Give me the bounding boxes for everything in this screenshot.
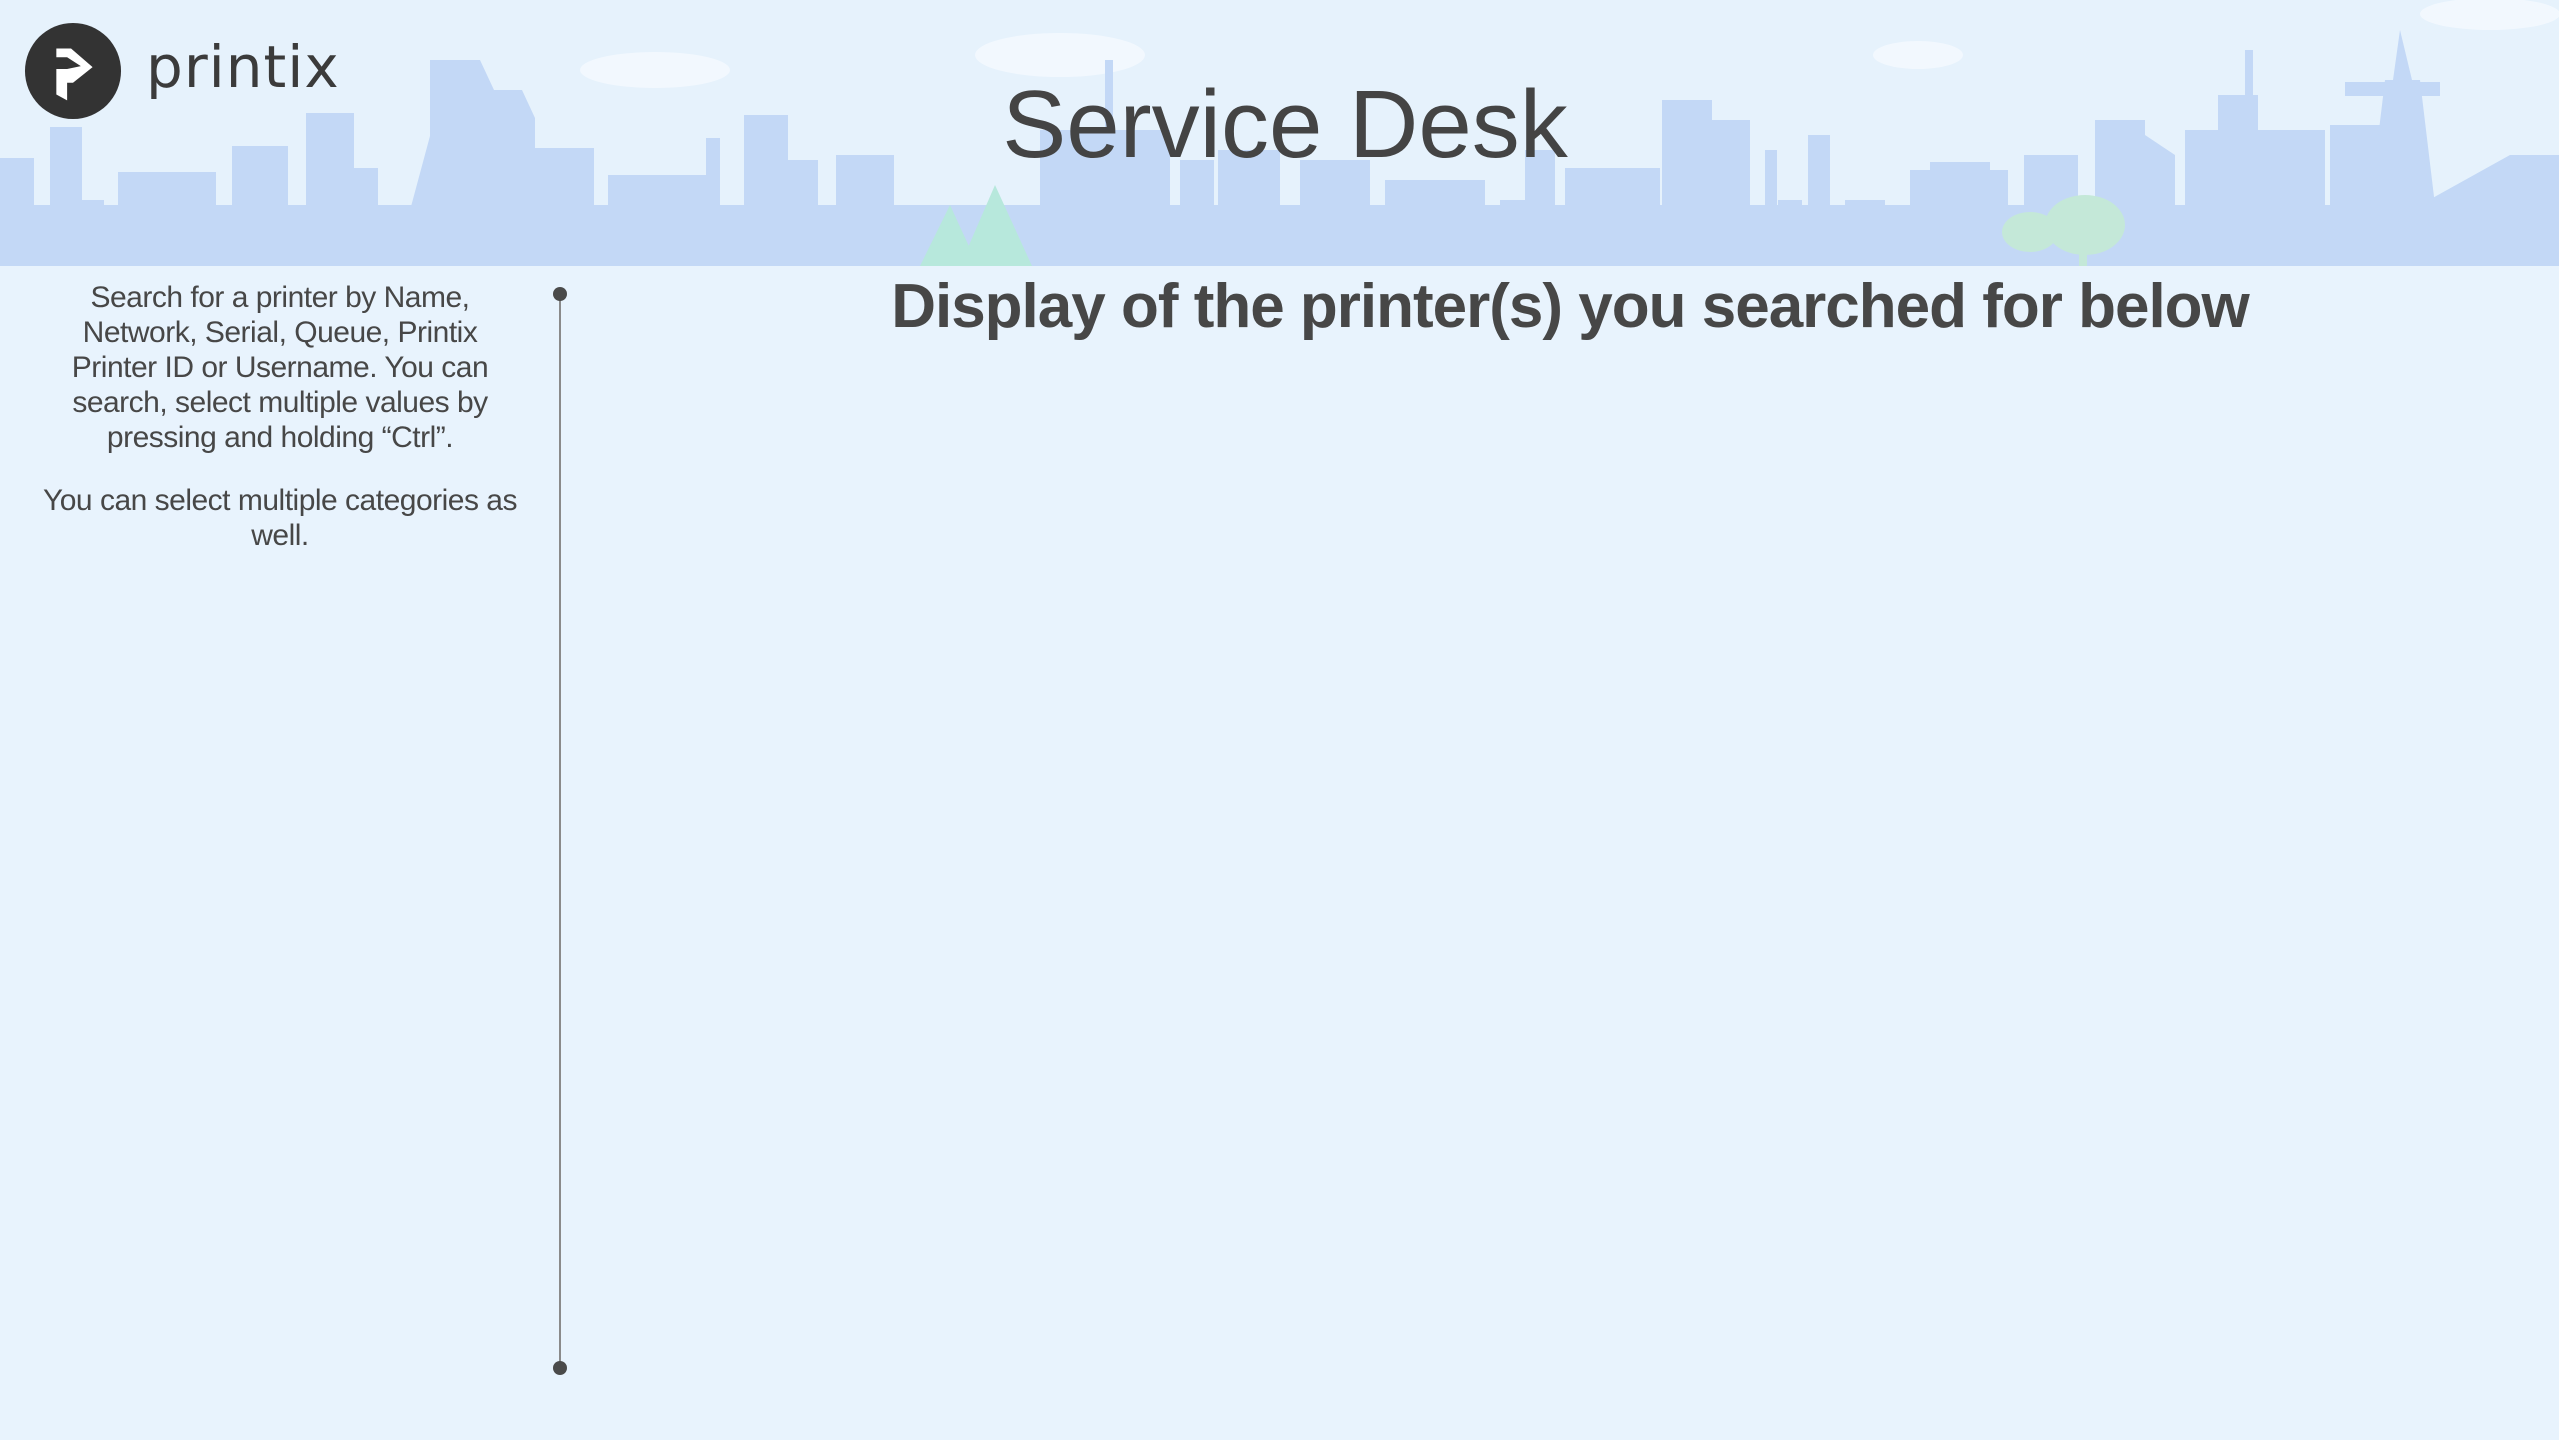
results-heading: Display of the printer(s) you searched f… [891, 272, 2250, 341]
search-help-text: Search for a printer by Name, Network, S… [71, 281, 489, 454]
divider-bottom-dot [553, 1361, 567, 1375]
service-desk-page: printix Service Desk Search for a printe… [0, 0, 2559, 1440]
divider-top-dot [553, 287, 567, 301]
results-area [600, 360, 2540, 1420]
vertical-divider [559, 294, 561, 1368]
search-help-panel: Search for a printer by Name, Network, S… [40, 280, 520, 581]
header-banner: printix Service Desk [0, 0, 2559, 266]
categories-help-text: You can select multiple categories as we… [42, 484, 518, 552]
page-title: Service Desk [1002, 71, 1568, 178]
